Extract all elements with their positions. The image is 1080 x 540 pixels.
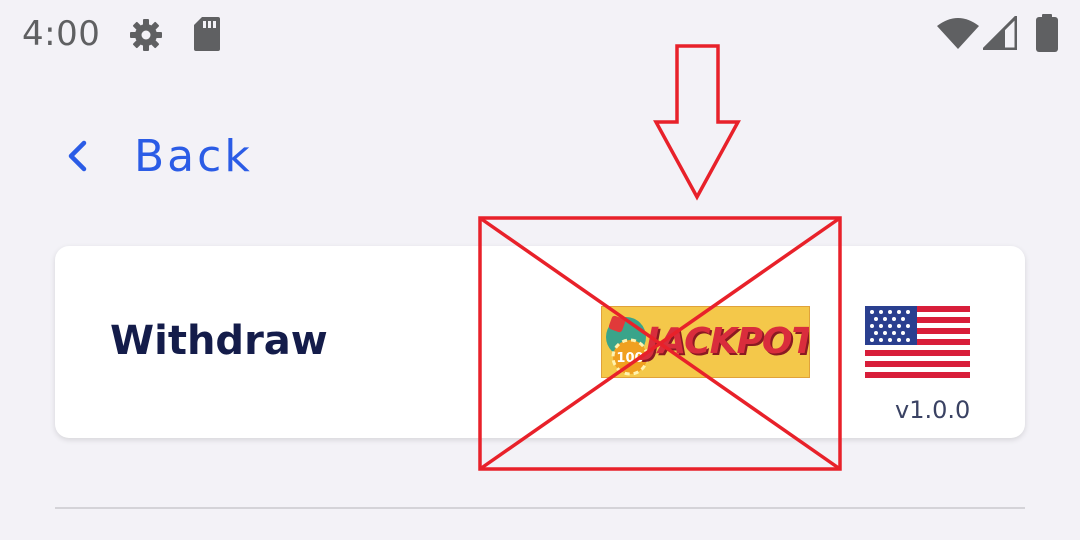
status-time: 4:00 — [22, 14, 101, 54]
status-bar: 4:00 — [0, 0, 1080, 70]
screen: 4:00 Back Withdraw 100 JACKPOT v1.0.0 — [0, 0, 1080, 540]
card-title: Withdraw — [110, 318, 328, 364]
jackpot-banner[interactable]: 100 JACKPOT — [601, 306, 810, 378]
wifi-icon — [937, 18, 979, 49]
gear-icon — [130, 19, 162, 51]
cellular-signal-icon — [983, 16, 1017, 50]
divider — [55, 507, 1025, 509]
withdraw-card[interactable]: Withdraw 100 JACKPOT v1.0.0 — [55, 246, 1025, 438]
chip-value: 100 — [616, 351, 643, 366]
back-button[interactable]: Back — [60, 126, 260, 186]
battery-icon — [1036, 14, 1058, 52]
back-label: Back — [134, 130, 253, 182]
us-flag-icon[interactable] — [865, 306, 970, 378]
sd-card-icon — [194, 17, 220, 51]
chevron-left-icon — [68, 140, 87, 172]
version-label: v1.0.0 — [895, 396, 971, 424]
jackpot-text: JACKPOT — [646, 321, 810, 362]
